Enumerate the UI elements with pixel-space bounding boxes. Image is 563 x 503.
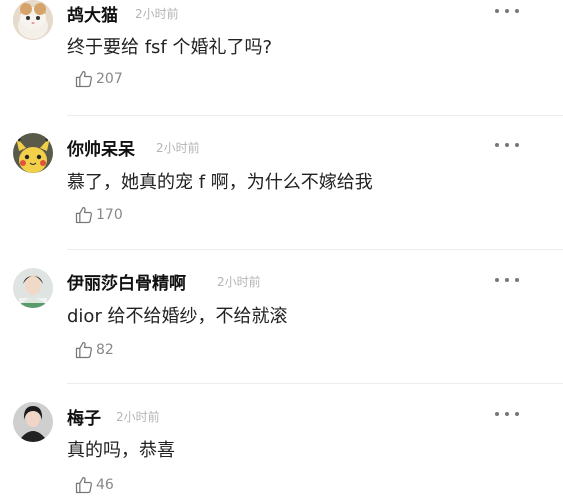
comment-timestamp: 2小时前 [217,275,261,289]
like-button[interactable]: 82 [74,340,114,360]
cat-avatar[interactable] [13,0,53,40]
like-count: 207 [96,71,123,87]
divider [67,115,563,116]
more-options-icon[interactable] [495,6,519,16]
like-button[interactable]: 46 [74,475,114,495]
pikachu-avatar[interactable] [13,133,53,173]
like-button[interactable]: 170 [74,205,123,225]
like-count: 82 [96,342,114,358]
divider [67,383,563,384]
comment-username[interactable]: 伊丽莎白骨精啊 [67,269,186,294]
comment-timestamp: 2小时前 [135,7,179,21]
thumbs-up-icon [75,341,92,359]
person-avatar[interactable] [13,268,53,308]
comment-username[interactable]: 你帅呆呆 [67,135,135,160]
like-count: 46 [96,477,114,493]
comment-text: dior 给不给婚纱，不给就滚 [67,306,288,327]
comment-text: 慕了，她真的宠 f 啊，为什么不嫁给我 [67,172,373,193]
more-options-icon[interactable] [495,140,519,150]
divider [67,249,563,250]
comment-text: 真的吗，恭喜 [67,440,175,461]
comment-username[interactable]: 鸪大猫 [67,1,118,26]
like-count: 170 [96,207,123,223]
like-button[interactable]: 207 [74,69,123,89]
more-options-icon[interactable] [495,409,519,419]
comment-username[interactable]: 梅子 [67,404,101,429]
comment-timestamp: 2小时前 [156,141,200,155]
thumbs-up-icon [75,206,92,224]
thumbs-up-icon [75,70,92,88]
person-dark-avatar[interactable] [13,402,53,442]
comment-text: 终于要给 fsf 个婚礼了吗? [67,37,273,58]
thumbs-up-icon [75,476,92,494]
comment-timestamp: 2小时前 [116,410,160,424]
more-options-icon[interactable] [495,275,519,285]
